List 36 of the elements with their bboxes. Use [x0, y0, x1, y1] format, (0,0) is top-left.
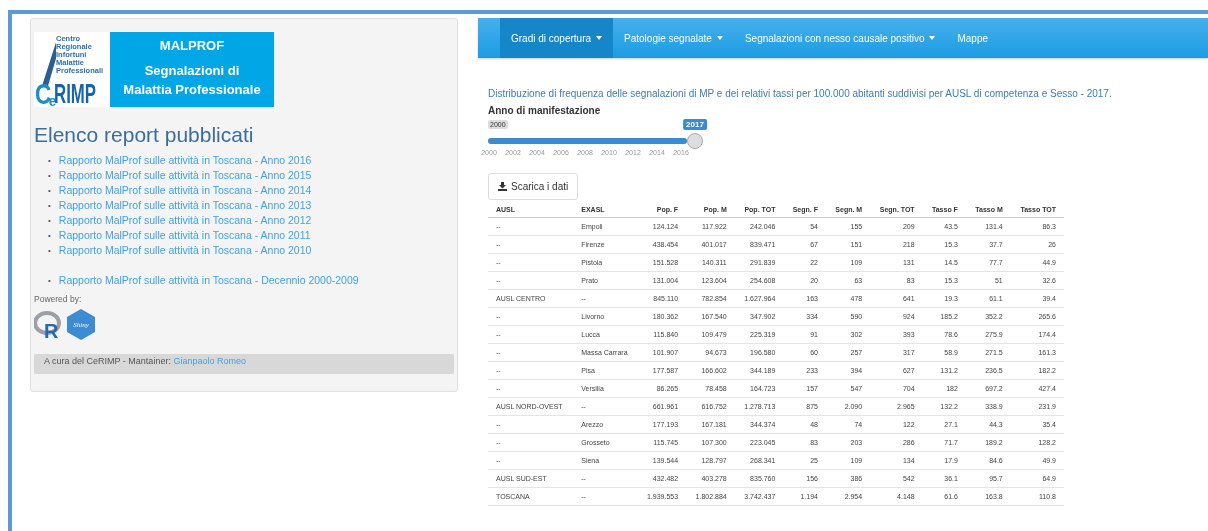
section-heading: Elenco report pubblicati	[34, 123, 255, 147]
footer-text: A cura del CeRIMP - Mantainer: Gianpaolo Romeo	[44, 356, 246, 366]
report-link[interactable]: Rapporto MalProf sulle attività in Toscana - Anno 2010	[58, 243, 312, 258]
bullet: •	[48, 230, 51, 242]
logo-letter: C	[35, 81, 50, 107]
report-link[interactable]: Rapporto MalProf sulle attività in Toscana - Decennio 2000-2009	[58, 273, 359, 288]
slider-label: Anno di manifestazione	[488, 105, 602, 116]
bullet: •	[48, 155, 51, 167]
download-icon	[498, 182, 507, 191]
report-link[interactable]: Rapporto MalProf sulle attività in Toscana - Anno 2016	[58, 153, 312, 168]
report-link[interactable]: Rapporto MalProf sulle attività in Toscana - Anno 2014	[58, 183, 312, 198]
logo-title: MALPROF	[159, 38, 225, 53]
bullet: •	[48, 275, 51, 287]
bullet: •	[48, 200, 51, 212]
report-link[interactable]: Rapporto MalProf sulle attività in Toscana - Anno 2015	[58, 168, 312, 183]
caret-icon	[716, 36, 723, 40]
maintainer-link[interactable]: Gianpaolo Romeo	[173, 356, 246, 366]
nav-menu-item[interactable]: Segnalazioni con nesso causale positivo	[733, 18, 947, 58]
bullet: •	[48, 245, 51, 257]
description-text: Distribuzione di frequenza delle segnalazioni di MP e dei relativi tassi per 100.000 abitanti suddivisi per AUSL di competenza e Sesso - 2017.	[488, 88, 1113, 99]
bullet: •	[48, 185, 51, 197]
bullet: •	[48, 170, 51, 182]
caret-icon	[596, 36, 603, 40]
logo-subtitle: Segnalazioni di Malattia Professionale	[122, 62, 262, 99]
slider-thumb[interactable]	[687, 133, 703, 149]
report-link[interactable]: Rapporto MalProf sulle attività in Toscana - Anno 2011	[58, 228, 311, 243]
download-button[interactable]: Scarica i dati	[488, 173, 579, 200]
powered-by-label: Powered by:	[34, 294, 83, 304]
report-link[interactable]: Rapporto MalProf sulle attività in Toscana - Anno 2013	[58, 198, 312, 213]
nav-menu-item[interactable]: Gradi di copertura	[500, 18, 614, 58]
bullet: •	[48, 215, 51, 227]
report-link[interactable]: Rapporto MalProf sulle attività in Toscana - Anno 2012	[58, 213, 312, 228]
nav-menu-item[interactable]: Mappe	[946, 18, 1000, 58]
nav-menu-item[interactable]: Patologie segnalate	[613, 18, 734, 58]
slider-value-label: 2017	[683, 119, 707, 130]
caret-icon	[929, 36, 936, 40]
